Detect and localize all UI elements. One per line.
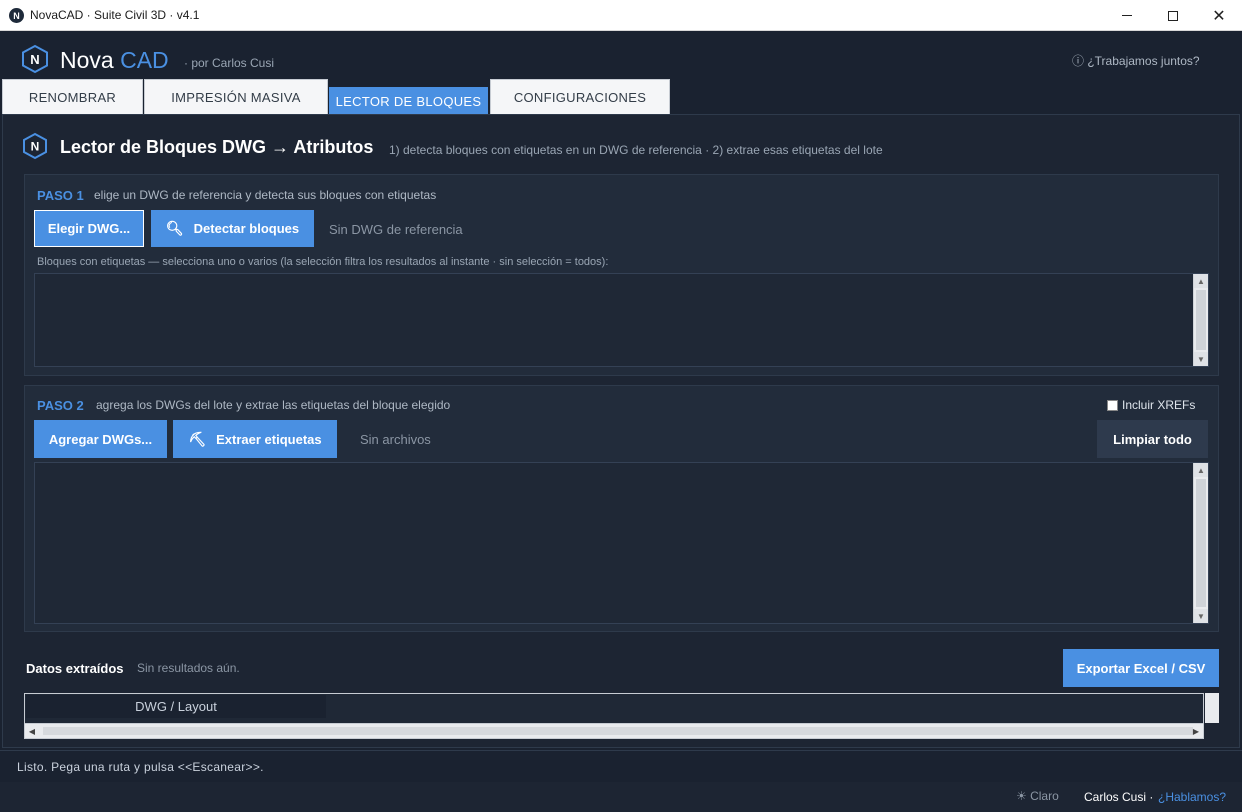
- collab-link[interactable]: ⓘ ¿Trabajamos juntos?: [1072, 52, 1200, 69]
- batch-files-status: Sin archivos: [360, 432, 431, 447]
- step2-description: agrega los DWGs del lote y extrae las et…: [96, 398, 451, 412]
- blocks-scrollbar[interactable]: ▲ ▼: [1193, 274, 1208, 366]
- theme-toggle[interactable]: ☀ Claro: [1016, 789, 1059, 803]
- scroll-left-icon[interactable]: ◀: [25, 724, 39, 738]
- search-icon: 🔍︎: [165, 220, 184, 236]
- choose-dwg-button[interactable]: Elegir DWG...: [34, 210, 144, 247]
- include-xrefs-checkbox[interactable]: Incluir XREFs: [1107, 398, 1195, 412]
- section-subtitle: 1) detecta bloques con etiquetas en un D…: [389, 143, 883, 157]
- data-status: Sin resultados aún.: [137, 661, 240, 675]
- status-text: Listo. Pega una ruta y pulsa <<Escanear>…: [17, 760, 264, 774]
- window-title: NovaCAD · Suite Civil 3D · v4.1: [30, 8, 200, 22]
- export-excel-button[interactable]: Exportar Excel / CSV: [1063, 649, 1219, 687]
- close-icon: ✕: [1212, 5, 1226, 25]
- tab-impresion-masiva[interactable]: IMPRESIÓN MASIVA: [144, 79, 328, 114]
- brand-byline: · por Carlos Cusi: [184, 56, 275, 70]
- nova-logo-icon: N: [22, 44, 48, 74]
- blocks-listbox[interactable]: [34, 273, 1209, 367]
- tab-configuraciones[interactable]: CONFIGURACIONES: [490, 79, 670, 114]
- section-logo-icon: N: [23, 132, 47, 160]
- add-dwgs-button[interactable]: Agregar DWGs...: [34, 420, 167, 458]
- column-header-dwg-layout[interactable]: DWG / Layout: [26, 695, 326, 718]
- window-titlebar: N NovaCAD · Suite Civil 3D · v4.1 ✕: [0, 0, 1242, 31]
- results-vertical-scrollbar[interactable]: [1205, 693, 1219, 723]
- footer-author: Carlos Cusi ·: [1084, 790, 1154, 804]
- clear-all-button[interactable]: Limpiar todo: [1097, 420, 1208, 458]
- scroll-up-icon[interactable]: ▲: [1194, 463, 1208, 477]
- data-title: Datos extraídos: [26, 661, 124, 676]
- minimize-icon: [1122, 15, 1132, 16]
- scroll-thumb[interactable]: [43, 727, 1193, 735]
- results-horizontal-scrollbar[interactable]: ◀ ▶: [24, 723, 1204, 739]
- scroll-down-icon[interactable]: ▼: [1194, 352, 1208, 366]
- brand-name: Nova CAD: [60, 47, 169, 73]
- contact-link[interactable]: ¿Hablamos?: [1158, 790, 1226, 804]
- minimize-button[interactable]: [1104, 0, 1150, 31]
- files-scrollbar[interactable]: ▲ ▼: [1193, 463, 1208, 623]
- reference-dwg-status: Sin DWG de referencia: [329, 222, 463, 237]
- xrefs-label: Incluir XREFs: [1122, 398, 1196, 412]
- scroll-down-icon[interactable]: ▼: [1194, 609, 1208, 623]
- section-title: Lector de Bloques DWG → Atributos: [60, 137, 374, 157]
- close-button[interactable]: ✕: [1196, 0, 1242, 31]
- svg-text:N: N: [31, 140, 40, 154]
- detect-blocks-button[interactable]: 🔍︎ Detectar bloques: [151, 210, 314, 247]
- maximize-button[interactable]: [1150, 0, 1196, 31]
- xrefs-checkbox-box[interactable]: [1107, 399, 1118, 411]
- maximize-icon: [1168, 10, 1178, 21]
- scroll-up-icon[interactable]: ▲: [1194, 274, 1208, 288]
- extract-tags-button[interactable]: ⛏ Extraer etiquetas: [173, 420, 337, 458]
- app-icon: N: [9, 8, 24, 23]
- scroll-thumb[interactable]: [1196, 290, 1206, 350]
- extract-tags-label: Extraer etiquetas: [216, 431, 322, 447]
- tab-renombrar[interactable]: RENOMBRAR: [2, 79, 143, 114]
- blocks-hint: Bloques con etiquetas — selecciona uno o…: [37, 256, 609, 268]
- svg-text:N: N: [30, 52, 39, 67]
- step1-description: elige un DWG de referencia y detecta sus…: [94, 188, 437, 202]
- step1-label: PASO 1: [37, 188, 84, 203]
- scroll-thumb[interactable]: [1196, 479, 1206, 607]
- scroll-right-icon[interactable]: ▶: [1189, 724, 1203, 738]
- files-listbox[interactable]: [34, 462, 1209, 624]
- detect-blocks-label: Detectar bloques: [193, 221, 300, 236]
- hammer-icon: ⛏: [188, 430, 207, 447]
- tab-lector-de-bloques[interactable]: LECTOR DE BLOQUES: [329, 87, 488, 114]
- step2-label: PASO 2: [37, 398, 84, 413]
